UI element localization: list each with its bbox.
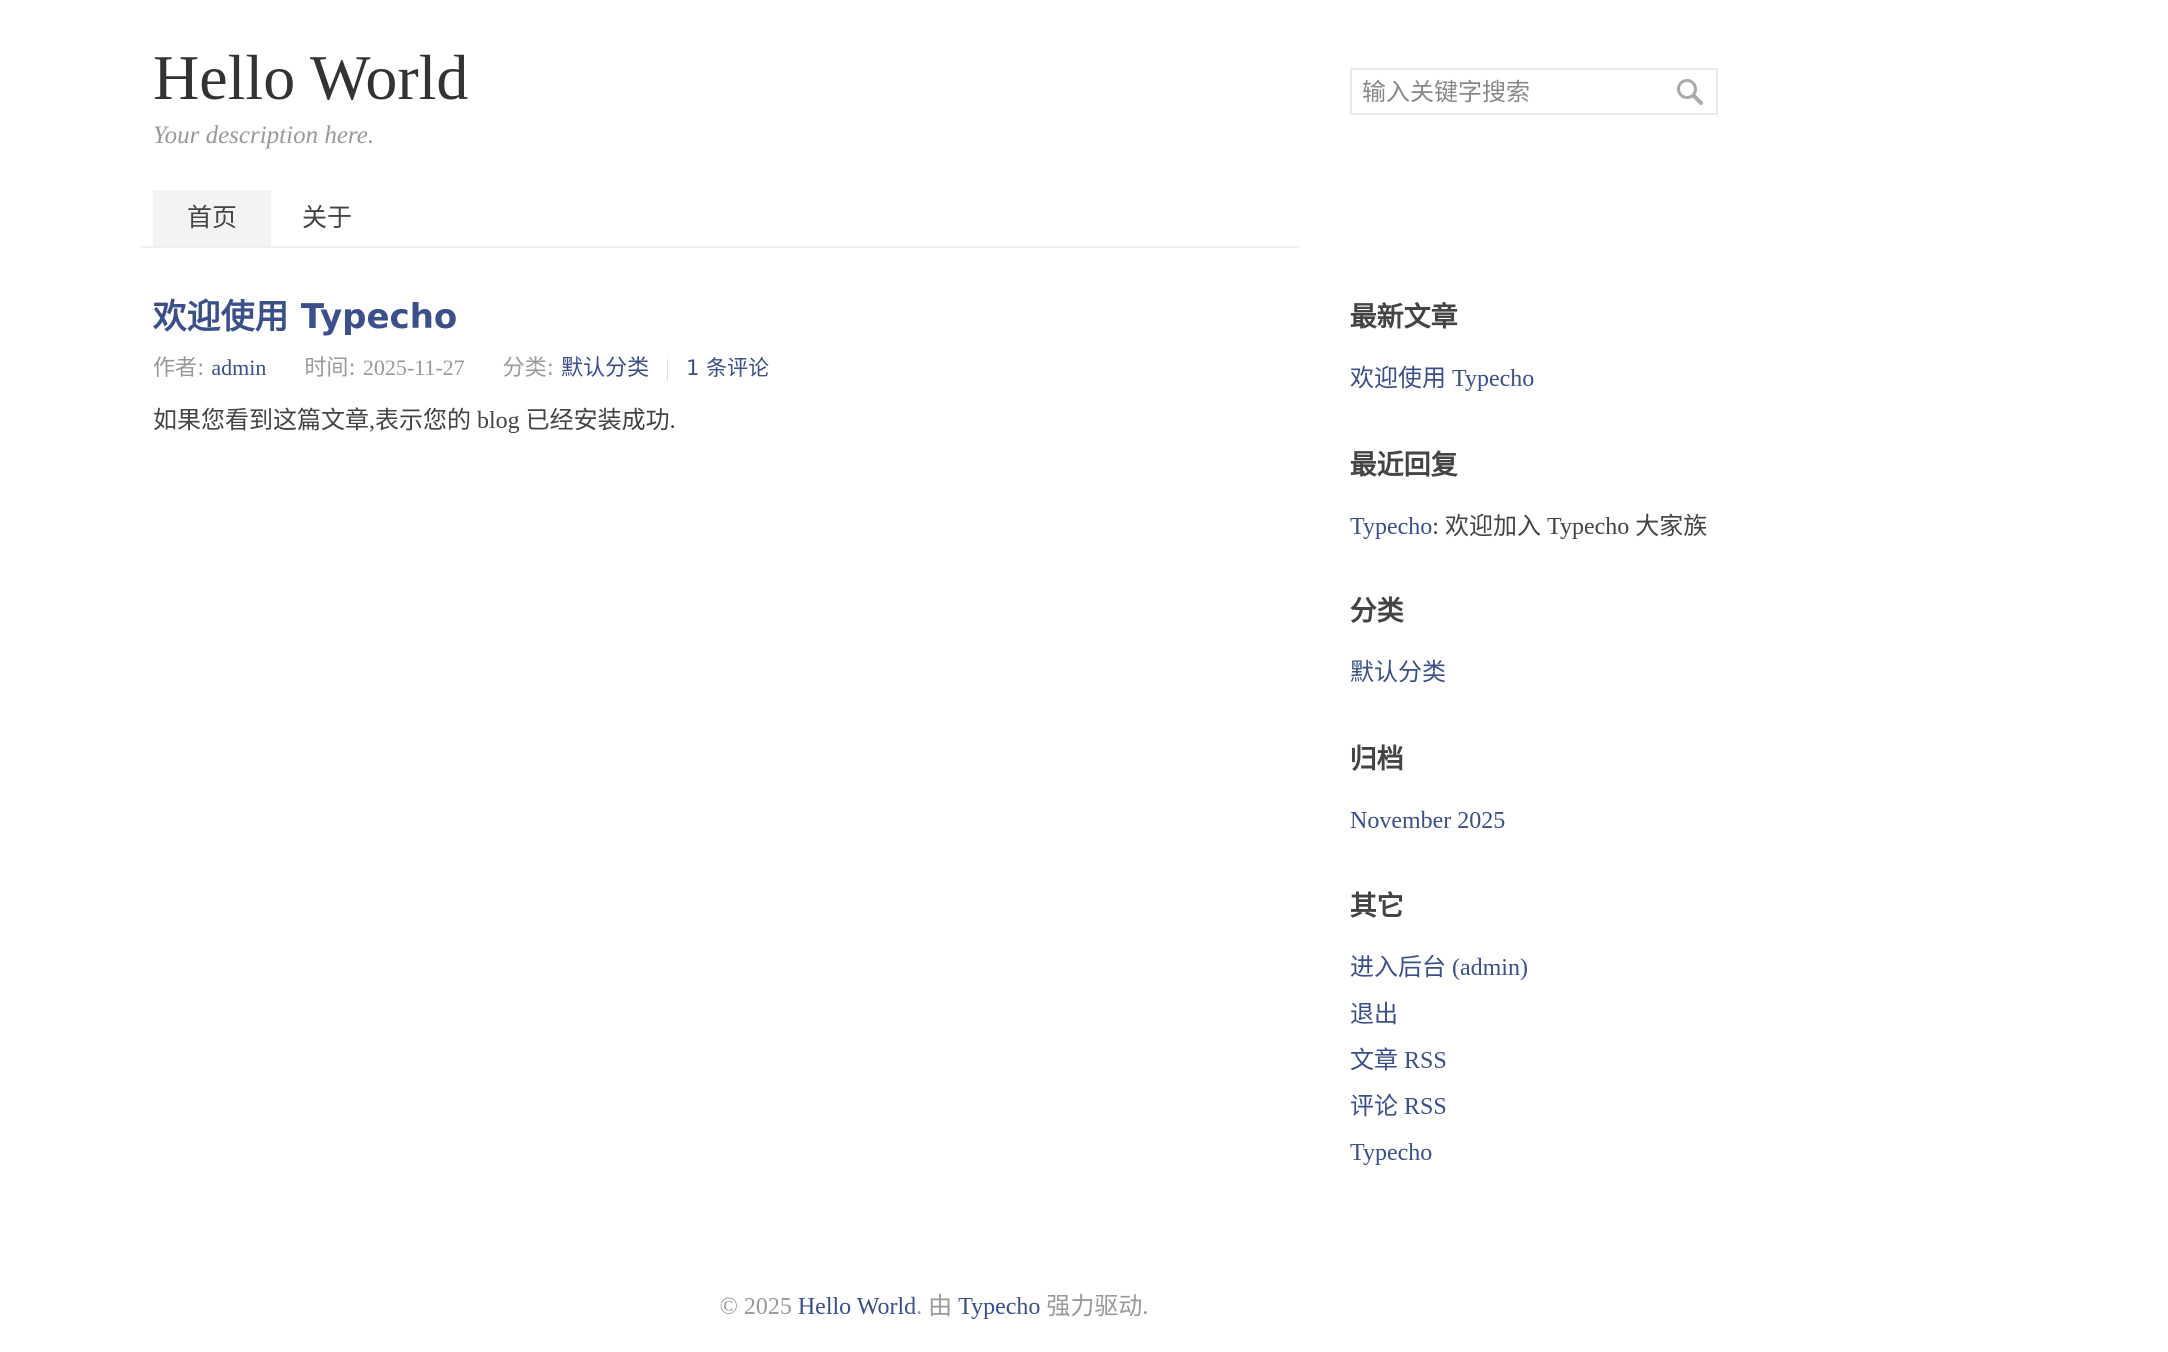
widget-title-recent-comments: 最近回复 (1350, 450, 1458, 481)
recent-post-link[interactable]: 欢迎使用 Typecho (1350, 362, 1534, 396)
post-excerpt: 如果您看到这篇文章,表示您的 blog 已经安装成功. (153, 408, 676, 434)
widget-title-recent-posts: 最新文章 (1350, 302, 1458, 333)
footer-mid-text: . 由 (916, 1294, 959, 1320)
logout-link[interactable]: 退出 (1350, 998, 1398, 1032)
comments-rss-link[interactable]: 评论 RSS (1350, 1090, 1447, 1124)
recent-comment-item: Typecho: 欢迎加入 Typecho 大家族 (1350, 510, 1707, 544)
meta-divider (667, 358, 669, 381)
posts-rss-link[interactable]: 文章 RSS (1350, 1044, 1447, 1078)
widget-title-other: 其它 (1350, 891, 1404, 922)
post-author: 作者: admin (153, 353, 266, 384)
nav-item-about[interactable]: 关于 (268, 190, 386, 246)
search-form (1350, 68, 1718, 115)
time-value: 2025-11-27 (362, 355, 465, 380)
site-title[interactable]: Hello World (153, 40, 468, 116)
site-description: Your description here. (153, 122, 375, 149)
search-button[interactable] (1664, 70, 1716, 113)
author-label: 作者: (153, 356, 212, 381)
footer-site-link[interactable]: Hello World (798, 1294, 916, 1320)
post-time: 时间: 2025-11-27 (304, 353, 464, 384)
post-category: 分类: 默认分类 (503, 353, 649, 384)
admin-link[interactable]: 进入后台 (admin) (1350, 951, 1528, 985)
footer-typecho-link[interactable]: Typecho (958, 1294, 1040, 1320)
category-label: 分类: (502, 356, 562, 381)
widget-title-archives: 归档 (1350, 744, 1404, 775)
footer-copyright: © 2025 (719, 1294, 798, 1320)
search-input[interactable] (1352, 70, 1662, 113)
category-link[interactable]: 默认分类 (561, 356, 649, 381)
footer: © 2025 Hello World. 由 Typecho 强力驱动. (0, 1290, 1868, 1324)
time-label: 时间: (304, 356, 363, 381)
footer-powered-text: 强力驱动. (1040, 1294, 1149, 1320)
search-icon (1677, 78, 1703, 105)
post-meta: 作者: admin 时间: 2025-11-27 分类: 默认分类 1 条评论 (153, 353, 769, 384)
widget-title-categories: 分类 (1350, 596, 1404, 627)
typecho-link[interactable]: Typecho (1350, 1136, 1432, 1170)
recent-comment-text: : 欢迎加入 Typecho 大家族 (1432, 514, 1708, 540)
main-nav: 首页 关于 (140, 190, 1300, 248)
archive-item[interactable]: November 2025 (1350, 804, 1505, 838)
author-link[interactable]: admin (211, 355, 266, 380)
category-item-default[interactable]: 默认分类 (1350, 656, 1446, 690)
nav-item-home[interactable]: 首页 (153, 190, 272, 246)
recent-comment-author[interactable]: Typecho (1350, 514, 1432, 540)
comments-link[interactable]: 1 条评论 (686, 356, 769, 380)
post-title[interactable]: 欢迎使用 Typecho (153, 293, 457, 341)
